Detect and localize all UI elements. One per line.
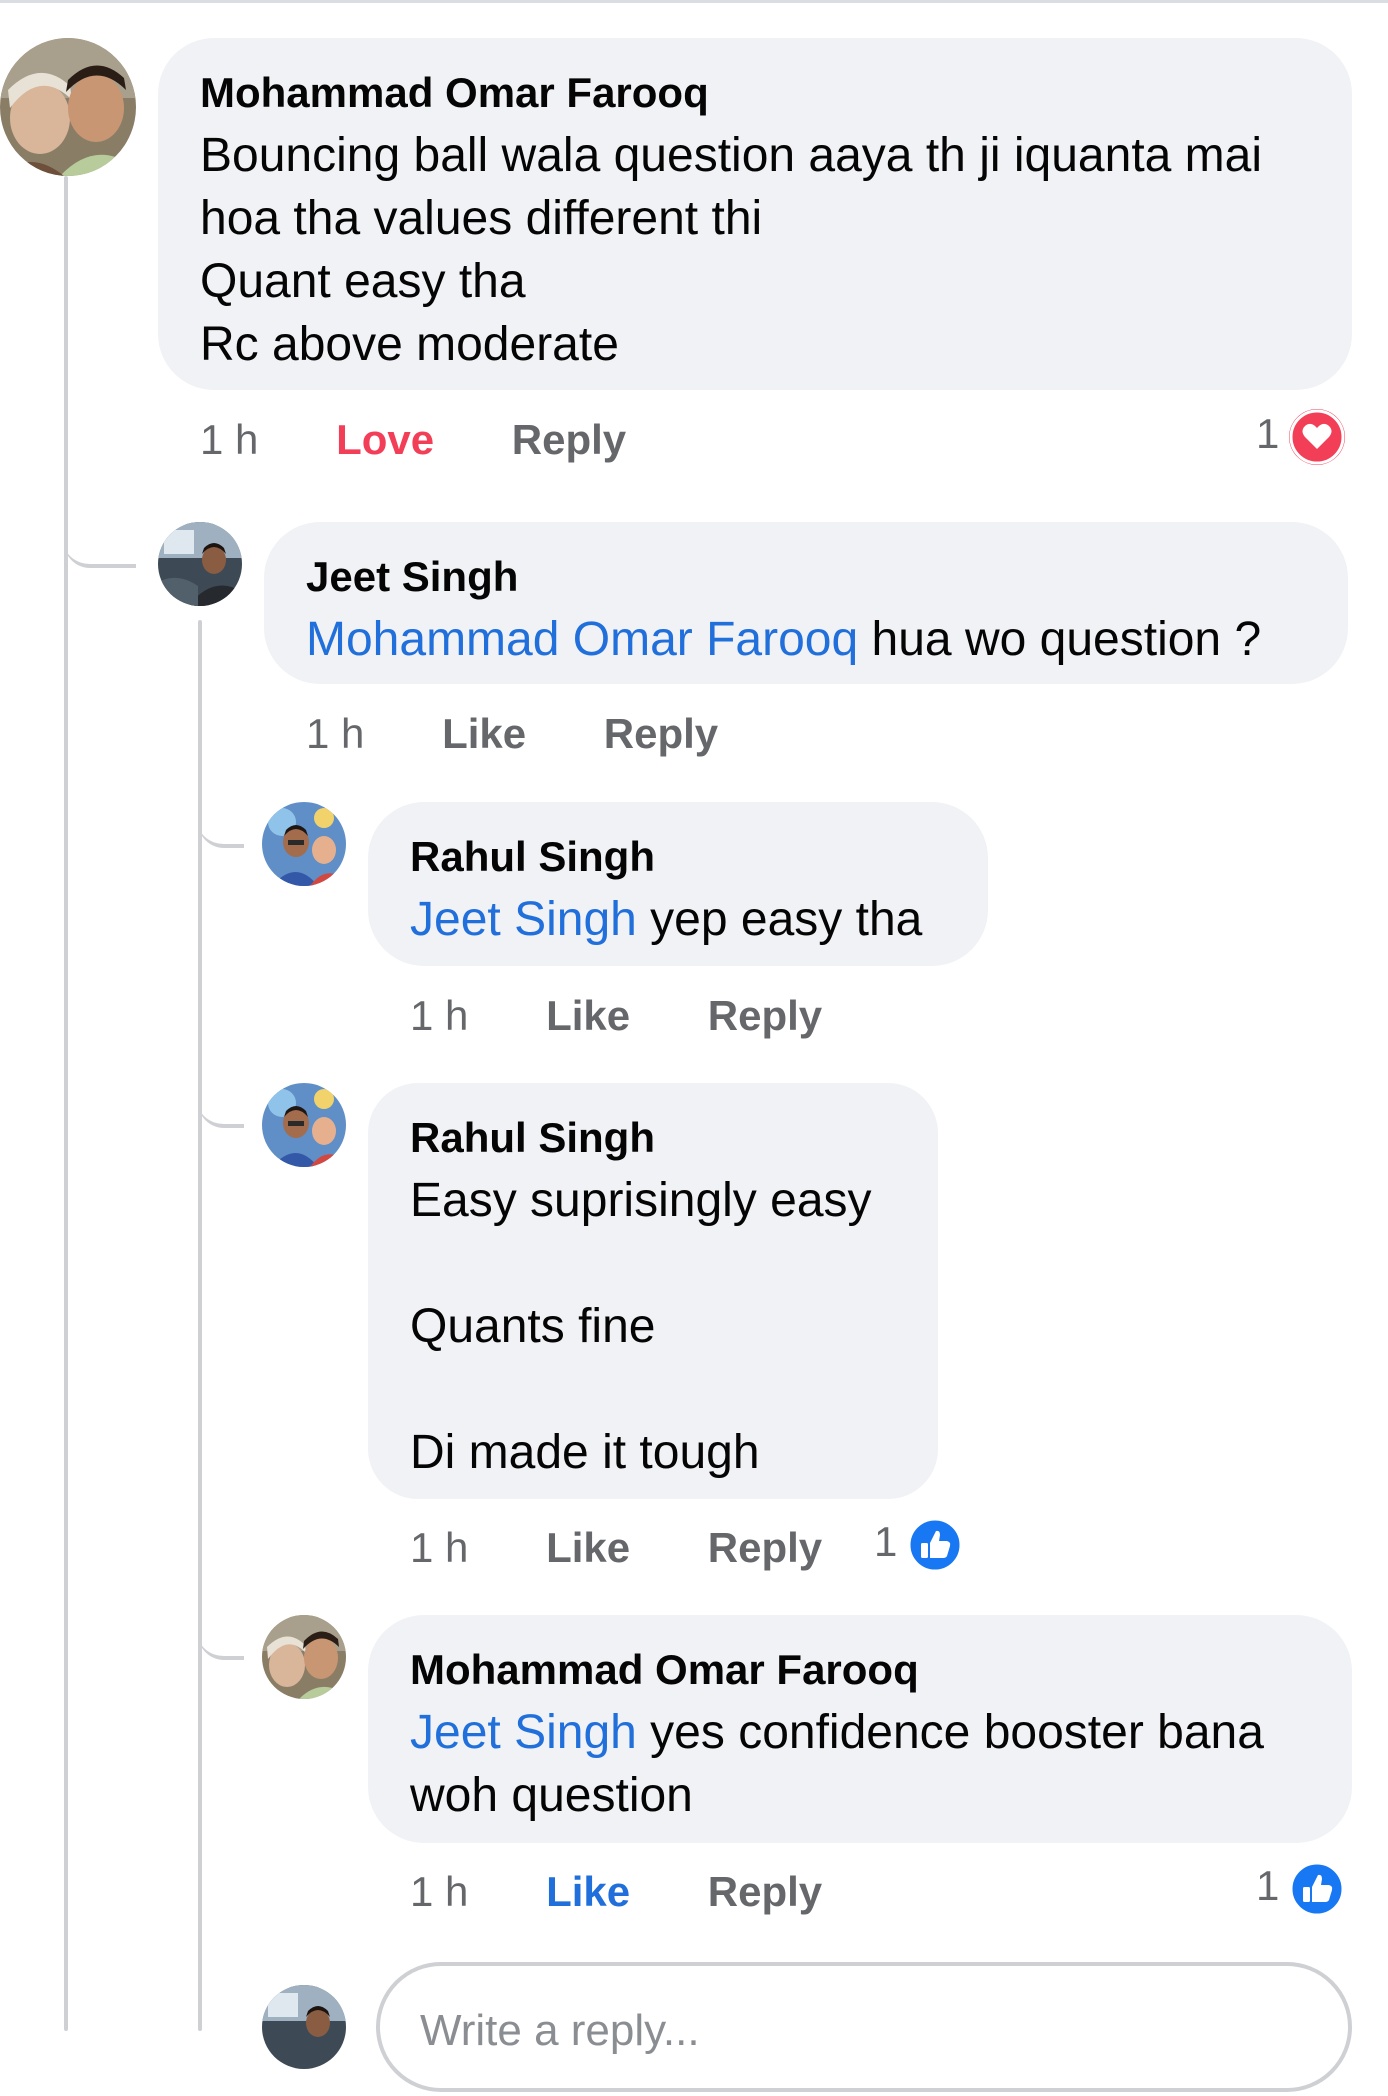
- reaction-count: 1: [874, 1518, 898, 1565]
- avatar-mohammad-omar-farooq[interactable]: [0, 38, 136, 176]
- reply-actions: 1 h Like Reply: [306, 704, 718, 764]
- reply-author[interactable]: Rahul Singh: [410, 826, 988, 888]
- reaction-count: 1: [1256, 410, 1280, 457]
- reply-timestamp[interactable]: 1 h: [410, 1868, 468, 1915]
- reply-message: hua wo question ?: [871, 613, 1262, 666]
- reaction-count: 1: [1256, 1862, 1280, 1909]
- reply-text: Mohammad Omar Farooq hua wo question ?: [306, 608, 1348, 671]
- like-button[interactable]: Like: [546, 992, 630, 1039]
- reply-text: Jeet Singh yes confidence booster bana w…: [410, 1701, 1352, 1827]
- reply-button[interactable]: Reply: [604, 710, 718, 757]
- avatar-rahul-singh[interactable]: [262, 1083, 346, 1167]
- reply-button[interactable]: Reply: [708, 1524, 822, 1571]
- thumbs-up-icon: [907, 1517, 963, 1573]
- reply-actions: 1 h Like Reply: [410, 986, 822, 1046]
- mention-link[interactable]: Jeet Singh: [410, 1706, 637, 1759]
- mention-link[interactable]: Jeet Singh: [410, 893, 637, 946]
- avatar-jeet-singh[interactable]: [158, 522, 242, 606]
- reply-text: Easy suprisingly easy Quants fine Di mad…: [410, 1174, 872, 1479]
- reply-bubble: Jeet Singh Mohammad Omar Farooq hua wo q…: [264, 522, 1348, 684]
- reply-text: Jeet Singh yep easy tha: [410, 888, 988, 951]
- like-button[interactable]: Like: [546, 1524, 630, 1571]
- reply-input[interactable]: Write a reply...: [376, 1962, 1352, 2092]
- thread-curve-jeet: [64, 520, 136, 568]
- current-user-avatar: [262, 1985, 346, 2069]
- thread-curve-rahul-1: [198, 800, 244, 848]
- comment-text: Bouncing ball wala question aaya th ji i…: [200, 129, 1263, 371]
- like-button[interactable]: Like: [546, 1868, 630, 1915]
- top-divider: [0, 0, 1388, 3]
- love-button[interactable]: Love: [336, 416, 434, 463]
- reply-button[interactable]: Reply: [708, 1868, 822, 1915]
- like-button[interactable]: Like: [442, 710, 526, 757]
- reply-timestamp[interactable]: 1 h: [306, 710, 364, 757]
- comment-bubble: Mohammad Omar Farooq Bouncing ball wala …: [158, 38, 1352, 390]
- reaction-summary[interactable]: 1: [1256, 404, 1346, 465]
- reaction-summary[interactable]: 1: [1256, 1856, 1345, 1917]
- thread-line-main: [64, 176, 68, 2031]
- reply-actions: 1 h Like Reply: [410, 1518, 822, 1578]
- comment-actions: 1 h Love Reply: [200, 410, 626, 470]
- reply-actions: 1 h Like Reply: [410, 1862, 822, 1922]
- reply-timestamp[interactable]: 1 h: [410, 992, 468, 1039]
- thumbs-up-icon: [1289, 1861, 1345, 1917]
- reply-button[interactable]: Reply: [708, 992, 822, 1039]
- reply-author[interactable]: Mohammad Omar Farooq: [410, 1639, 1352, 1701]
- reply-author[interactable]: Rahul Singh: [410, 1107, 938, 1169]
- thread-curve-omar-2: [198, 1612, 244, 1660]
- mention-link[interactable]: Mohammad Omar Farooq: [306, 613, 858, 666]
- reply-author[interactable]: Jeet Singh: [306, 546, 1348, 608]
- thread-curve-rahul-2: [198, 1080, 244, 1128]
- reply-bubble: Rahul Singh Easy suprisingly easy Quants…: [368, 1083, 938, 1499]
- reply-button[interactable]: Reply: [512, 416, 626, 463]
- comment-timestamp[interactable]: 1 h: [200, 416, 258, 463]
- reply-message: yep easy tha: [650, 893, 923, 946]
- comment-author[interactable]: Mohammad Omar Farooq: [200, 62, 1352, 124]
- avatar-rahul-singh[interactable]: [262, 802, 346, 886]
- reply-timestamp[interactable]: 1 h: [410, 1524, 468, 1571]
- reply-bubble: Mohammad Omar Farooq Jeet Singh yes conf…: [368, 1615, 1352, 1843]
- reaction-summary[interactable]: 1: [874, 1512, 963, 1573]
- avatar-mohammad-omar-farooq[interactable]: [262, 1615, 346, 1699]
- reply-bubble: Rahul Singh Jeet Singh yep easy tha: [368, 802, 988, 966]
- heart-icon: [1289, 408, 1346, 465]
